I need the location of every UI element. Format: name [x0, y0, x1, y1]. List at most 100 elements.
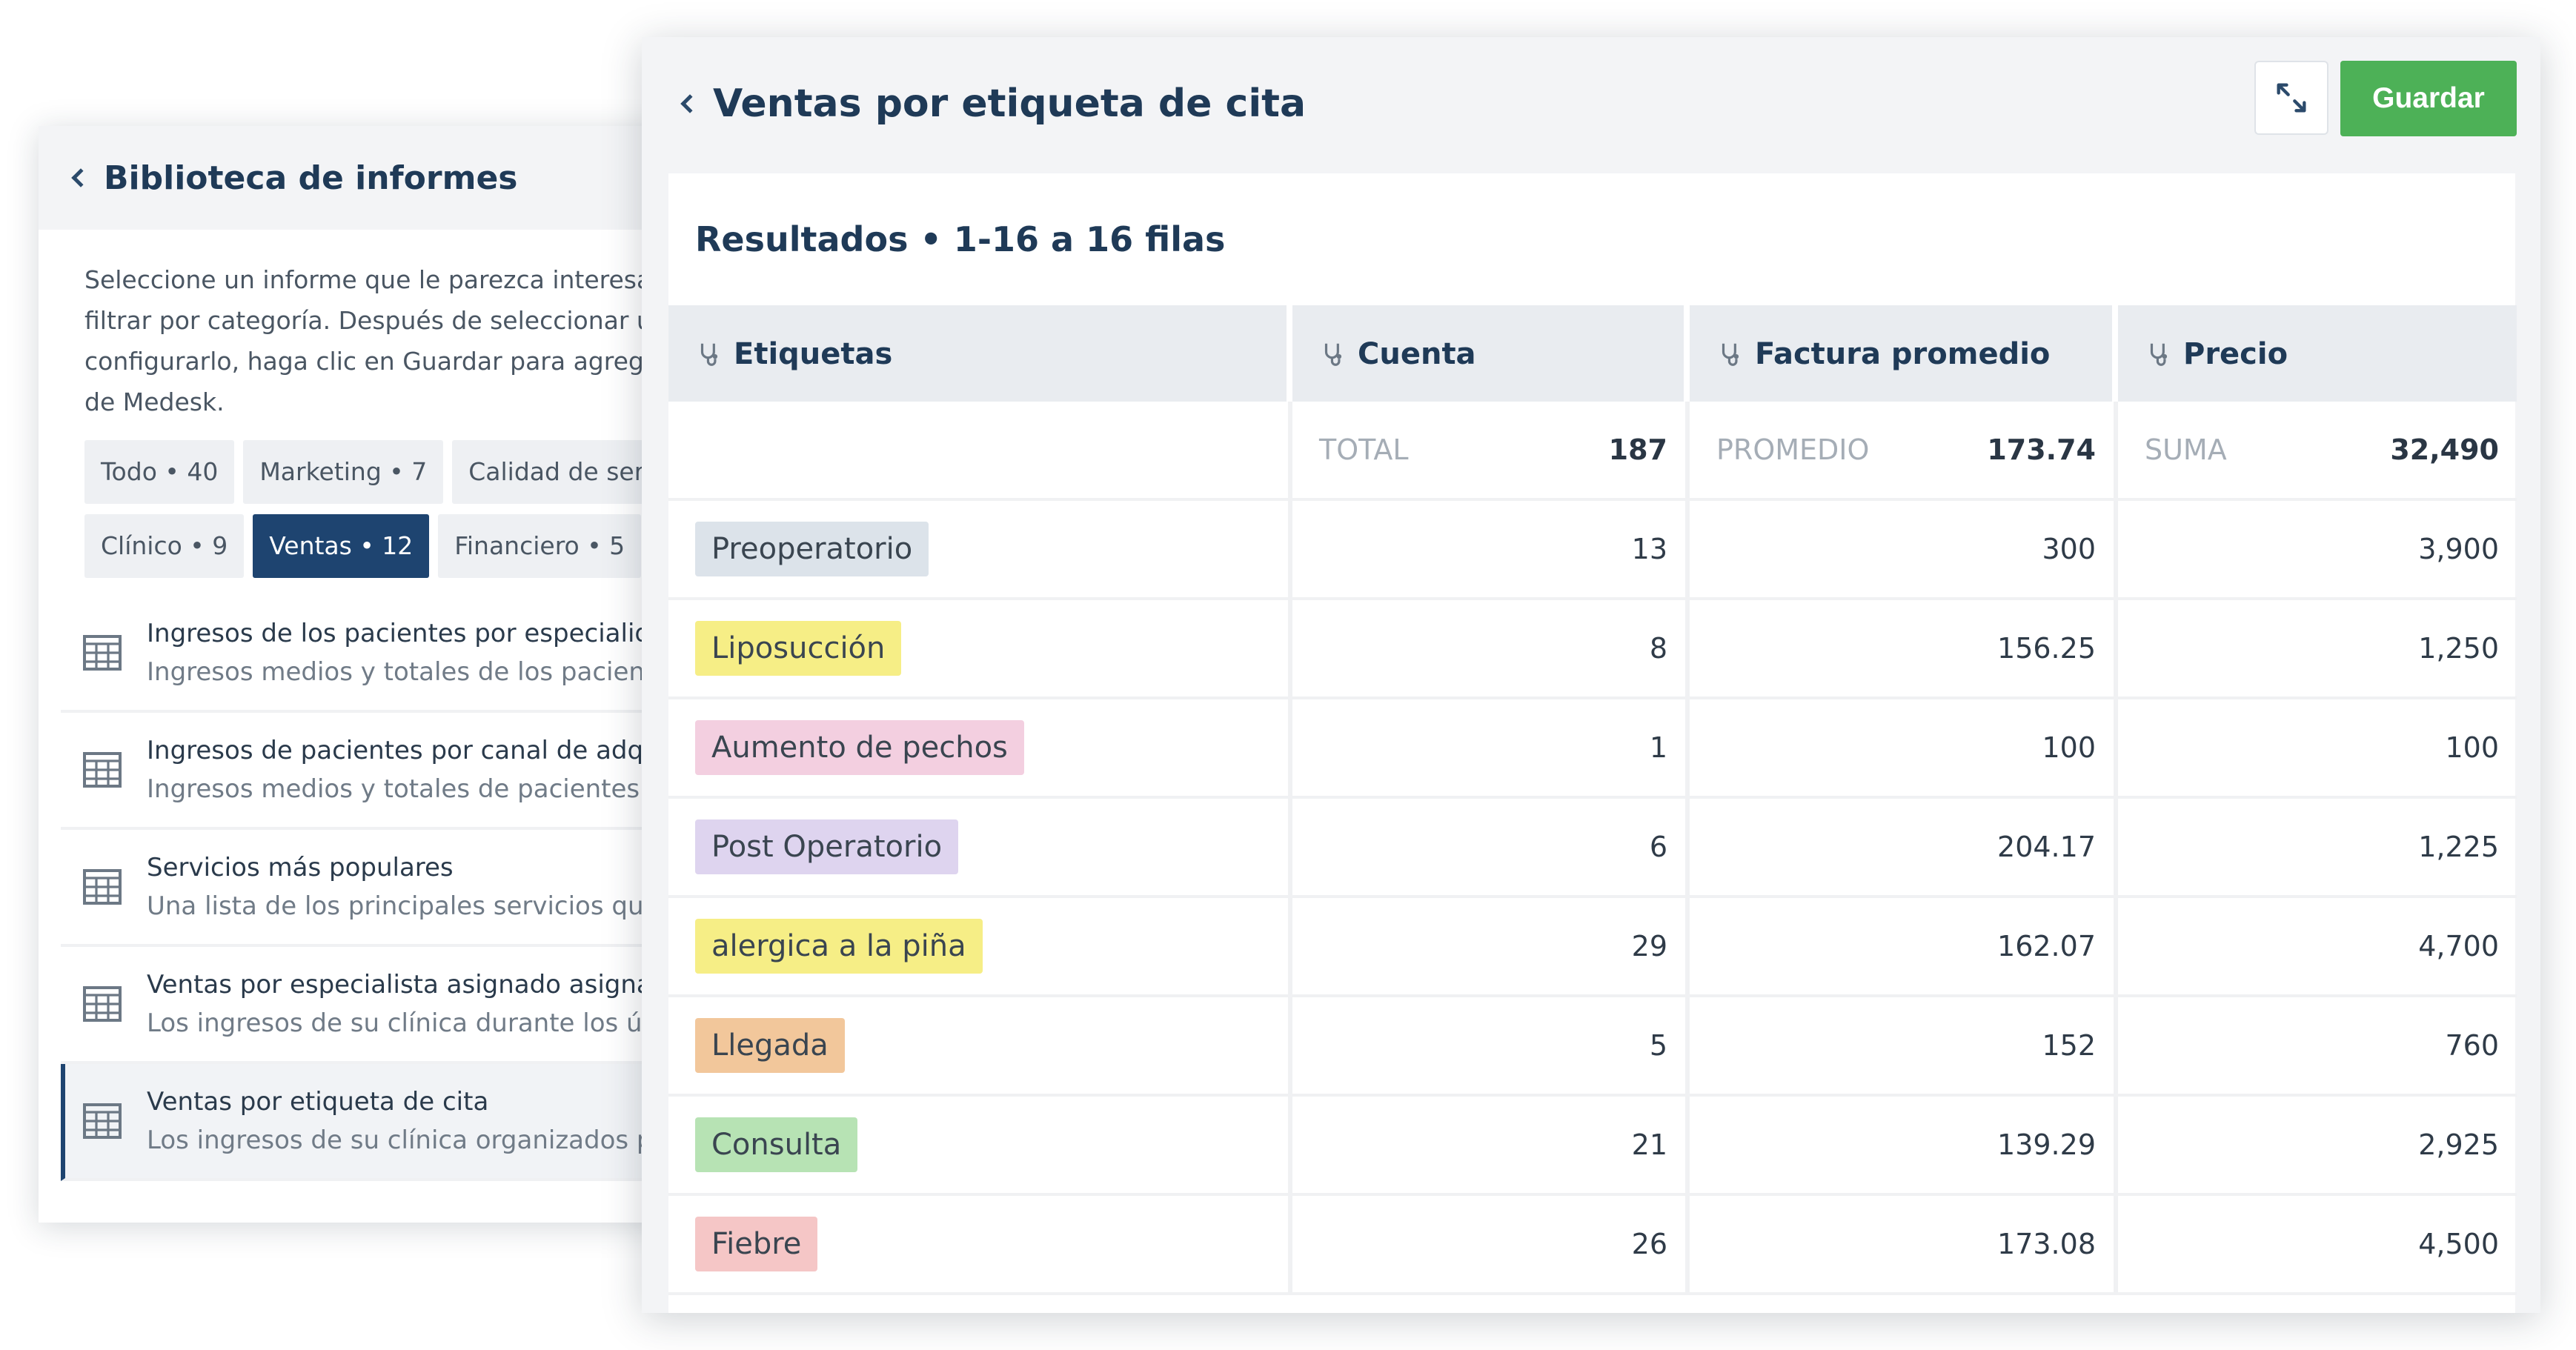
tag-cell: Aumento de pechos [668, 699, 1292, 799]
chip-row: Todo • 40 Marketing • 7 Calidad de servi… [84, 440, 691, 504]
tag-cell: Consulta [668, 1097, 1292, 1196]
table-row[interactable]: Consulta 21 139.29 2,925 [668, 1097, 2517, 1196]
total-count-label: TOTAL [1319, 433, 1409, 466]
report-item-subtitle: Ingresos medios y totales de los pacient… [147, 657, 671, 687]
total-count: TOTAL 187 [1319, 433, 1667, 466]
count-cell: 8 [1292, 600, 1690, 699]
report-list: Ingresos de los pacientes por especialid… [39, 596, 691, 1181]
avg-invoice-cell: 300 [1690, 501, 2118, 600]
results-card: Resultados • 1-16 a 16 filas Etiquetas C… [668, 173, 2517, 1313]
report-item-title: Ingresos de pacientes por canal de adqui [147, 736, 667, 765]
table-body: TOTAL 187 PROMEDIO 173.74 SUMA 32,490 Pr… [668, 402, 2517, 1295]
table-icon [83, 752, 122, 788]
report-item-texts: Ventas por especialista asignado asignad… [147, 965, 668, 1043]
count-cell: 5 [1292, 997, 1690, 1097]
table-icon [83, 986, 122, 1022]
chip-todo[interactable]: Todo • 40 [84, 440, 235, 504]
chip-marketing[interactable]: Marketing • 7 [243, 440, 444, 504]
screen: Biblioteca de informes Seleccione un inf… [0, 0, 2576, 1350]
description-line: filtrar por categoría. Después de selecc… [84, 306, 668, 335]
avg-invoice-cell: 162.07 [1690, 898, 2118, 997]
report-item-subtitle: Los ingresos de su clínica durante los ú… [147, 1008, 666, 1038]
report-panel: Ventas por etiqueta de cita Guardar Resu… [642, 37, 2540, 1313]
price-cell: 3,900 [2118, 501, 2517, 600]
total-avg: PROMEDIO 173.74 [1716, 433, 2096, 466]
column-label: Factura promedio [1755, 337, 2051, 371]
report-item-title: Ventas por etiqueta de cita [147, 1087, 489, 1117]
tag-cell: Preoperatorio [668, 501, 1292, 600]
report-item-texts: Servicios más populares Una lista de los … [147, 848, 674, 925]
appointment-tag: alergica a la piña [695, 919, 983, 974]
appointment-tag: Post Operatorio [695, 819, 959, 874]
price-cell: 1,225 [2118, 799, 2517, 898]
report-header: Ventas por etiqueta de cita Guardar [642, 37, 2540, 170]
totals-empty-cell [668, 402, 1292, 501]
column-header-factura-promedio[interactable]: Factura promedio [1690, 305, 2118, 402]
price-cell: 4,700 [2118, 898, 2517, 997]
total-avg-cell: PROMEDIO 173.74 [1690, 402, 2118, 501]
description-line: configurarlo, haga clic en Guardar para … [84, 347, 669, 376]
report-list-item[interactable]: Servicios más populares Una lista de los … [61, 830, 691, 947]
chip-row: Clínico • 9 Ventas • 12 Financiero • 5 O [84, 514, 691, 578]
avg-invoice-cell: 173.08 [1690, 1196, 2118, 1295]
total-count-value: 187 [1608, 433, 1667, 466]
chevron-left-icon[interactable] [680, 94, 700, 113]
count-cell: 13 [1292, 501, 1690, 600]
library-back-link[interactable]: Biblioteca de informes [104, 159, 518, 197]
avg-invoice-cell: 152 [1690, 997, 2118, 1097]
appointment-tag: Liposucción [695, 621, 902, 676]
expand-button[interactable] [2254, 61, 2328, 135]
report-item-texts: Ingresos de los pacientes por especialid… [147, 614, 670, 691]
appointment-tag: Fiebre [695, 1217, 818, 1271]
table-row[interactable]: Liposucción 8 156.25 1,250 [668, 600, 2517, 699]
column-header-etiquetas[interactable]: Etiquetas [668, 305, 1292, 402]
save-button[interactable]: Guardar [2340, 61, 2517, 136]
library-header[interactable]: Biblioteca de informes [39, 126, 691, 230]
price-cell: 100 [2118, 699, 2517, 799]
report-title: Ventas por etiqueta de cita [713, 82, 1307, 126]
report-item-title: Servicios más populares [147, 853, 454, 882]
table-row[interactable]: Post Operatorio 6 204.17 1,225 [668, 799, 2517, 898]
table-icon [83, 635, 122, 671]
category-filters: Todo • 40 Marketing • 7 Calidad de servi… [39, 422, 691, 578]
table-row[interactable]: alergica a la piña 29 162.07 4,700 [668, 898, 2517, 997]
avg-invoice-cell: 204.17 [1690, 799, 2118, 898]
report-list-item[interactable]: Ingresos de pacientes por canal de adqui… [61, 713, 691, 830]
report-item-subtitle: Los ingresos de su clínica organizados p… [147, 1125, 668, 1155]
appointment-tag: Consulta [695, 1117, 858, 1172]
report-list-item[interactable]: Ventas por etiqueta de cita Los ingresos … [61, 1064, 691, 1181]
total-sum: SUMA 32,490 [2145, 433, 2499, 466]
column-header-cuenta[interactable]: Cuenta [1292, 305, 1690, 402]
chip-clinico[interactable]: Clínico • 9 [84, 514, 245, 578]
total-avg-label: PROMEDIO [1716, 433, 1870, 466]
description-line: de Medesk. [84, 388, 225, 416]
stethoscope-icon [700, 343, 718, 366]
tag-cell: Post Operatorio [668, 799, 1292, 898]
report-item-texts: Ventas por etiqueta de cita Los ingresos … [147, 1083, 668, 1160]
stethoscope-icon [1324, 343, 1342, 366]
chip-ventas[interactable]: Ventas • 12 [253, 514, 430, 578]
price-cell: 2,925 [2118, 1097, 2517, 1196]
tag-cell: Liposucción [668, 600, 1292, 699]
chip-financiero[interactable]: Financiero • 5 [438, 514, 642, 578]
table-row[interactable]: Preoperatorio 13 300 3,900 [668, 501, 2517, 600]
table-icon [83, 869, 122, 905]
report-item-title: Ventas por especialista asignado asignad [147, 970, 668, 1000]
price-cell: 4,500 [2118, 1196, 2517, 1295]
tag-cell: Fiebre [668, 1196, 1292, 1295]
total-avg-value: 173.74 [1987, 433, 2096, 466]
results-count: Resultados • 1-16 a 16 filas [695, 219, 1226, 259]
appointment-tag: Preoperatorio [695, 522, 929, 576]
column-header-precio[interactable]: Precio [2118, 305, 2517, 402]
library-description: Seleccione un informe que le parezca int… [39, 230, 691, 422]
description-line: Seleccione un informe que le parezca int… [84, 265, 668, 294]
report-item-subtitle: Una lista de los principales servicios q… [147, 891, 674, 921]
report-list-item[interactable]: Ventas por especialista asignado asignad… [61, 947, 691, 1064]
tag-cell: alergica a la piña [668, 898, 1292, 997]
report-list-item[interactable]: Ingresos de los pacientes por especialid… [61, 596, 691, 713]
table-row[interactable]: Aumento de pechos 1 100 100 [668, 699, 2517, 799]
table-row[interactable]: Fiebre 26 173.08 4,500 [668, 1196, 2517, 1295]
chevron-left-icon[interactable] [71, 168, 90, 187]
table-row[interactable]: Llegada 5 152 760 [668, 997, 2517, 1097]
report-item-subtitle: Ingresos medios y totales de pacientes p… [147, 774, 680, 804]
